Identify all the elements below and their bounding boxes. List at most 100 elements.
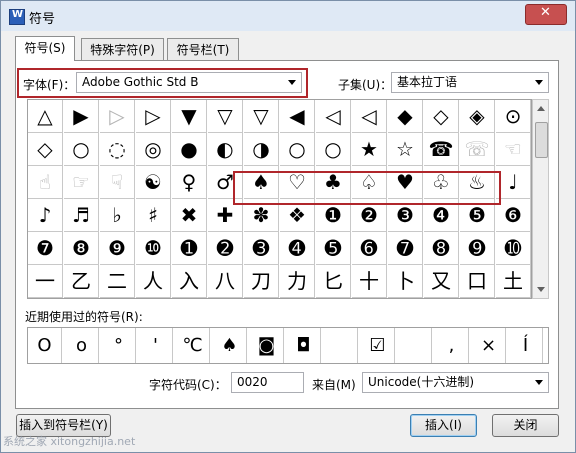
scroll-thumb[interactable] [535, 122, 548, 158]
symbol-cell[interactable]: 八 [208, 265, 243, 298]
symbol-cell[interactable]: ● [172, 133, 207, 166]
symbol-cell[interactable]: ◎ [136, 133, 171, 166]
symbol-cell[interactable]: ✖ [172, 199, 207, 232]
symbol-grid-scrollbar[interactable] [532, 99, 549, 299]
recent-symbol-cell[interactable]: o [65, 328, 99, 363]
symbol-cell[interactable]: ▼ [172, 100, 207, 133]
symbol-cell[interactable]: ☜ [496, 133, 531, 166]
from-select[interactable]: Unicode(十六进制) [362, 372, 549, 393]
symbol-cell[interactable]: ◑ [244, 133, 279, 166]
symbol-cell[interactable]: ♪ [28, 199, 63, 232]
symbol-cell[interactable]: ☯ [136, 166, 171, 199]
symbol-cell[interactable]: ❻ [496, 199, 531, 232]
symbol-cell[interactable]: ☏ [460, 133, 495, 166]
symbol-cell[interactable]: ✚ [208, 199, 243, 232]
insert-button[interactable]: 插入(I) [410, 414, 477, 437]
symbol-cell[interactable]: ♀ [172, 166, 207, 199]
symbol-cell[interactable]: ☎ [424, 133, 459, 166]
symbol-cell[interactable]: 卜 [388, 265, 423, 298]
symbol-cell[interactable]: ♧ [424, 166, 459, 199]
symbol-cell[interactable]: 一 [28, 265, 63, 298]
symbol-cell[interactable]: ➑ [424, 232, 459, 265]
recent-symbol-cell[interactable]: Í [509, 328, 543, 363]
symbol-cell[interactable]: ☟ [100, 166, 135, 199]
symbol-cell[interactable]: ♂ [208, 166, 243, 199]
symbol-cell[interactable]: ◐ [208, 133, 243, 166]
close-button[interactable]: 关闭 [492, 414, 559, 437]
symbol-cell[interactable]: ♤ [352, 166, 387, 199]
recent-symbol-cell[interactable] [324, 328, 358, 363]
symbol-cell[interactable]: ❿ [136, 232, 171, 265]
scroll-down-icon[interactable] [537, 287, 545, 292]
recent-symbol-cell[interactable] [398, 328, 432, 363]
symbol-cell[interactable]: 力 [280, 265, 315, 298]
symbol-cell[interactable]: ☆ [388, 133, 423, 166]
symbol-cell[interactable]: △ [28, 100, 63, 133]
symbol-cell[interactable]: ⊙ [496, 100, 531, 133]
symbol-cell[interactable]: 人 [136, 265, 171, 298]
recent-symbol-cell[interactable]: O [28, 328, 62, 363]
symbol-cell[interactable]: ◈ [460, 100, 495, 133]
symbol-cell[interactable]: ➍ [280, 232, 315, 265]
symbol-cell[interactable]: ❶ [316, 199, 351, 232]
symbol-cell[interactable]: 又 [424, 265, 459, 298]
symbol-cell[interactable]: ♩ [496, 166, 531, 199]
symbol-cell[interactable]: ◀ [280, 100, 315, 133]
recent-symbol-cell[interactable]: ♠ [213, 328, 247, 363]
symbol-cell[interactable]: ➒ [460, 232, 495, 265]
symbol-cell[interactable]: ➓ [496, 232, 531, 265]
symbol-cell[interactable]: ❸ [388, 199, 423, 232]
symbol-cell[interactable]: ➌ [244, 232, 279, 265]
symbol-cell[interactable]: ♬ [64, 199, 99, 232]
recent-symbol-cell[interactable]: ◙ [250, 328, 284, 363]
symbol-cell[interactable]: ❖ [280, 199, 315, 232]
symbol-cell[interactable]: 刀 [244, 265, 279, 298]
symbol-cell[interactable]: ☝ [28, 166, 63, 199]
symbol-cell[interactable]: ❽ [64, 232, 99, 265]
tab-symbols[interactable]: 符号(S) [15, 36, 75, 61]
symbol-cell[interactable]: ❺ [460, 199, 495, 232]
symbol-cell[interactable]: 匕 [316, 265, 351, 298]
symbol-cell[interactable]: 乙 [64, 265, 99, 298]
symbol-cell[interactable]: ➊ [172, 232, 207, 265]
symbol-cell[interactable]: 口 [460, 265, 495, 298]
symbol-cell[interactable]: ➏ [352, 232, 387, 265]
symbol-cell[interactable]: ♥ [388, 166, 423, 199]
window-close-button[interactable]: ✕ [525, 4, 567, 25]
symbol-cell[interactable]: ☞ [64, 166, 99, 199]
recent-symbol-cell[interactable]: ℃ [176, 328, 210, 363]
symbol-cell[interactable]: ▶ [64, 100, 99, 133]
symbol-cell[interactable]: ✽ [244, 199, 279, 232]
symbol-cell[interactable]: ◌ [100, 133, 135, 166]
symbol-cell[interactable]: 土 [496, 265, 531, 298]
symbol-cell[interactable]: ♡ [280, 166, 315, 199]
recent-symbol-cell[interactable]: ☑ [361, 328, 395, 363]
symbol-cell[interactable]: ❷ [352, 199, 387, 232]
symbol-cell[interactable]: ▽ [244, 100, 279, 133]
symbol-cell[interactable]: ♨ [460, 166, 495, 199]
tab-symbol-bar[interactable]: 符号栏(T) [167, 38, 239, 60]
symbol-cell[interactable]: ♠ [244, 166, 279, 199]
symbol-cell[interactable]: ➎ [316, 232, 351, 265]
symbol-cell[interactable]: ➋ [208, 232, 243, 265]
symbol-cell[interactable]: ♣ [316, 166, 351, 199]
symbol-cell[interactable]: ◁ [352, 100, 387, 133]
recent-symbol-cell[interactable]: ◘ [287, 328, 321, 363]
recent-symbol-cell[interactable]: ' [139, 328, 173, 363]
recent-symbol-cell[interactable]: × [472, 328, 506, 363]
char-code-input[interactable]: 0020 [231, 372, 304, 393]
scroll-up-icon[interactable] [537, 106, 545, 111]
symbol-cell[interactable]: ▷ [136, 100, 171, 133]
symbol-cell[interactable]: ▽ [208, 100, 243, 133]
symbol-cell[interactable]: ❼ [28, 232, 63, 265]
subset-select[interactable]: 基本拉丁语 [391, 72, 549, 93]
tab-special-chars[interactable]: 特殊字符(P) [81, 38, 164, 60]
symbol-cell[interactable]: ★ [352, 133, 387, 166]
symbol-cell[interactable]: 十 [352, 265, 387, 298]
symbol-cell[interactable]: ◇ [28, 133, 63, 166]
symbol-cell[interactable]: 入 [172, 265, 207, 298]
symbol-cell[interactable]: ◁ [316, 100, 351, 133]
symbol-cell[interactable]: ❹ [424, 199, 459, 232]
symbol-cell[interactable]: 二 [100, 265, 135, 298]
font-select[interactable]: Adobe Gothic Std B [76, 72, 302, 93]
